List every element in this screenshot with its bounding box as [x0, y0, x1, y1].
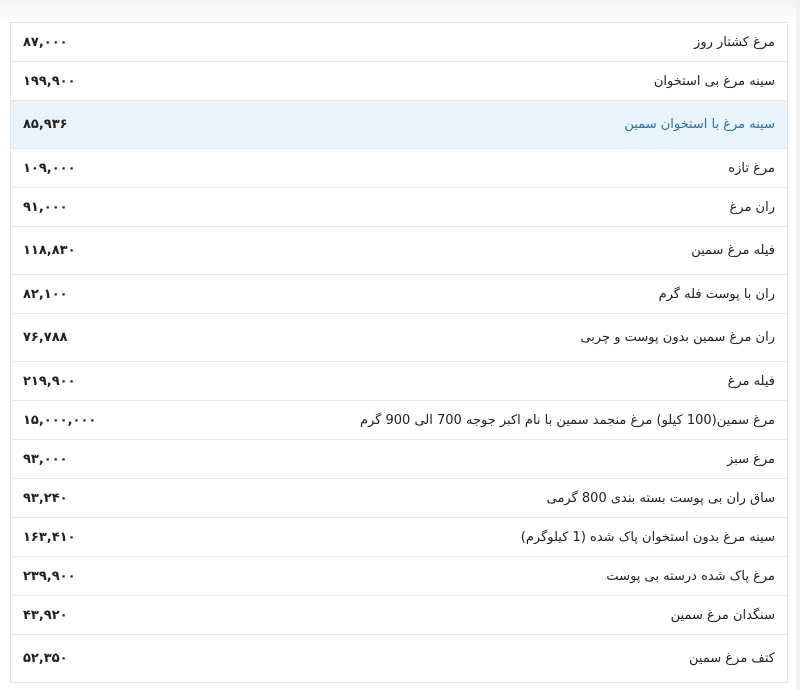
price-cell: ۹۱,۰۰۰ — [23, 199, 68, 215]
product-name-link[interactable]: سینه مرغ با استخوان سمین — [165, 100, 788, 149]
table-row: ۹۳,۰۰۰ مرغ سبز — [10, 440, 788, 479]
price-cell: ۱۰۹,۰۰۰ — [23, 160, 76, 176]
price-cell: ۴۳,۹۲۰ — [23, 607, 68, 623]
product-name-cell: مرغ تازه — [728, 160, 775, 176]
product-name-cell: ساق ران بی پوست بسته بندی 800 گرمی — [546, 490, 775, 506]
table-row: ۲۱۹,۹۰۰ فیله مرغ — [10, 362, 788, 401]
scrollbar-track[interactable] — [796, 0, 800, 690]
price-cell: ۸۵,۹۳۶ — [10, 100, 165, 149]
price-cell: ۷۶,۷۸۸ — [23, 330, 68, 345]
price-cell: ۱۱۸,۸۳۰ — [23, 243, 76, 258]
price-cell: ۸۲,۱۰۰ — [23, 286, 68, 302]
product-name-cell: سینه مرغ بدون استخوان پاک شده (1 کیلوگرم… — [520, 529, 775, 545]
table-row: ۱۱۸,۸۳۰ فیله مرغ سمین — [10, 227, 788, 275]
table-row-highlighted[interactable]: ۸۵,۹۳۶ سینه مرغ با استخوان سمین — [10, 100, 788, 149]
table-row: ۹۳,۲۴۰ ساق ران بی پوست بسته بندی 800 گرم… — [10, 479, 788, 518]
page-frame: ۸۷,۰۰۰ مرغ کشتار روز ۱۹۹,۹۰۰ سینه مرغ بی… — [0, 0, 800, 690]
product-name-cell: ران با پوست فله گرم — [658, 286, 775, 302]
table-row: ۱۹۹,۹۰۰ سینه مرغ بی استخوان — [10, 62, 788, 101]
table-row: ۸۲,۱۰۰ ران با پوست فله گرم — [10, 275, 788, 314]
table-row: ۴۳,۹۲۰ سنگدان مرغ سمین — [10, 596, 788, 635]
product-name-cell: مرغ کشتار روز — [694, 34, 775, 50]
table-row: ۵۲,۳۵۰ کتف مرغ سمین — [10, 635, 788, 683]
price-cell: ۹۳,۰۰۰ — [23, 451, 68, 467]
price-cell: ۱۹۹,۹۰۰ — [23, 73, 76, 89]
product-name-cell: ران مرغ سمین بدون پوست و چربی — [580, 330, 775, 345]
product-name-cell: سینه مرغ بی استخوان — [653, 73, 775, 89]
table-row: ۱۶۳,۴۱۰ سینه مرغ بدون استخوان پاک شده (1… — [10, 518, 788, 557]
product-name-cell: کتف مرغ سمین — [689, 651, 775, 666]
product-name-cell: فیله مرغ — [727, 373, 775, 389]
product-name-cell: ران مرغ — [729, 199, 775, 215]
product-name-cell: فیله مرغ سمین — [691, 243, 775, 258]
price-cell: ۱۶۳,۴۱۰ — [23, 529, 76, 545]
table-row: ۱۰۹,۰۰۰ مرغ تازه — [10, 149, 788, 188]
price-cell: ۵۲,۳۵۰ — [23, 651, 68, 666]
price-cell: ۱۵,۰۰۰,۰۰۰ — [23, 412, 97, 428]
product-name-cell: مرغ پاک شده درسته بی پوست — [606, 568, 775, 584]
product-name-cell: سنگدان مرغ سمین — [670, 607, 775, 623]
price-cell: ۲۳۹,۹۰۰ — [23, 568, 76, 584]
price-cell: ۸۷,۰۰۰ — [23, 34, 68, 50]
price-cell: ۲۱۹,۹۰۰ — [23, 373, 76, 389]
product-name-cell: مرغ سمین(100 کیلو) مرغ منجمد سمین با نام… — [359, 412, 775, 428]
price-table: ۸۷,۰۰۰ مرغ کشتار روز ۱۹۹,۹۰۰ سینه مرغ بی… — [10, 22, 788, 683]
product-name-cell: مرغ سبز — [726, 451, 775, 467]
table-row: ۱۵,۰۰۰,۰۰۰ مرغ سمین(100 کیلو) مرغ منجمد … — [10, 401, 788, 440]
table-row: ۸۷,۰۰۰ مرغ کشتار روز — [10, 23, 788, 62]
table-row: ۷۶,۷۸۸ ران مرغ سمین بدون پوست و چربی — [10, 314, 788, 362]
price-cell: ۹۳,۲۴۰ — [23, 490, 68, 506]
table-row: ۹۱,۰۰۰ ران مرغ — [10, 188, 788, 227]
table-row: ۲۳۹,۹۰۰ مرغ پاک شده درسته بی پوست — [10, 557, 788, 596]
